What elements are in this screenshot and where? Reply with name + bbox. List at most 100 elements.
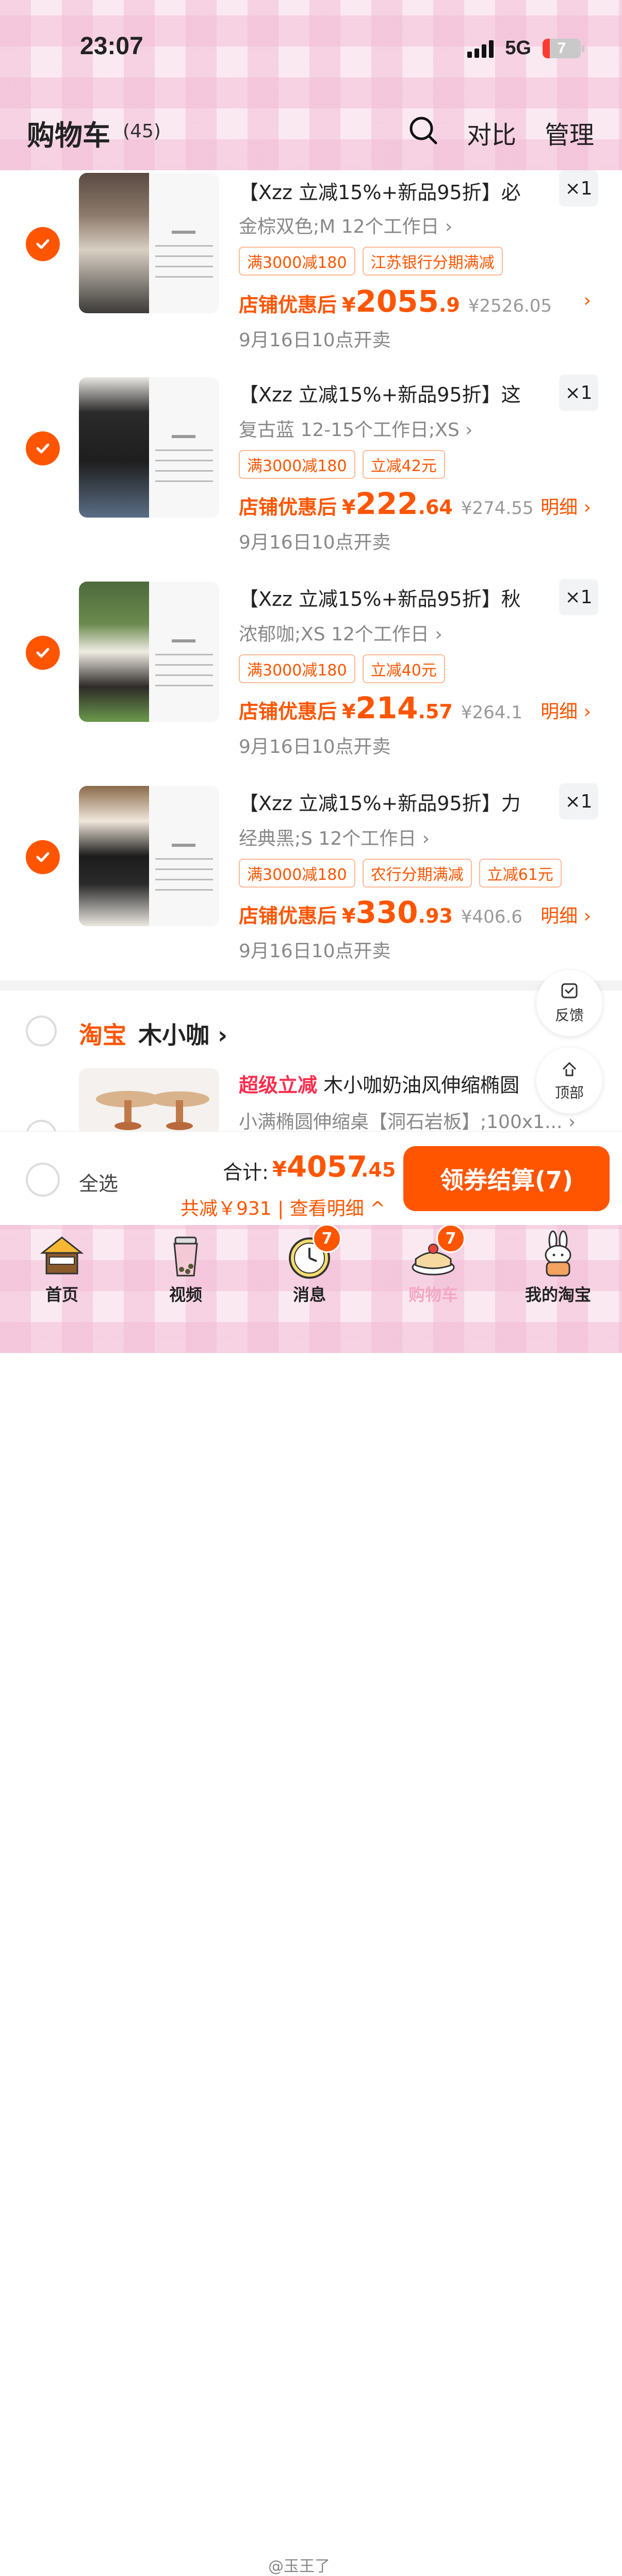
super-discount-label: 超级立减 [239, 1074, 318, 1097]
cart-item: 【Xzz 立减15%+新品95折】秋 ×1 浓郁咖;XS 12个工作日 › 满3… [0, 579, 622, 783]
price-detail-link[interactable]: 明细 › [541, 697, 591, 723]
item-checkbox[interactable] [26, 431, 60, 465]
manage-button[interactable]: 管理 [545, 115, 594, 151]
quantity-button[interactable]: ×1 [559, 579, 598, 615]
price-detail-link[interactable]: 明细 › [541, 492, 591, 519]
product-sku[interactable]: 复古蓝 12-15个工作日;XS › [239, 415, 473, 442]
tab-label: 购物车 [408, 1285, 458, 1305]
product-sku[interactable]: 小满椭圆伸缩桌【洞石岩板】;100x1... › [239, 1107, 576, 1134]
product-title[interactable]: 【Xzz 立减15%+新品95折】秋 [239, 583, 553, 611]
checkmark-icon [36, 648, 50, 658]
price-label: 店铺优惠后 [239, 496, 337, 519]
header: 23:07 5G 7 购物车 (45) 对比 管理 [0, 0, 622, 170]
price-integer: 222 [355, 486, 418, 521]
product-image[interactable] [79, 1068, 219, 1135]
promo-tag: 满3000减180 [239, 450, 355, 479]
tab-home[interactable]: 首页 [10, 1230, 113, 1306]
checkmark-icon [36, 852, 50, 862]
price-detail-link[interactable]: › [584, 290, 591, 311]
tab-label: 首页 [45, 1285, 78, 1305]
section-divider [0, 980, 622, 991]
discount-detail-link[interactable]: 共减￥931 | 查看明细 ^ [181, 1194, 385, 1220]
product-title[interactable]: 超级立减 木小咖奶油风伸缩椭圆 [239, 1069, 519, 1098]
store-name[interactable]: 木小咖 › [138, 1017, 227, 1051]
tab-my-taobao[interactable]: 我的淘宝 [506, 1230, 610, 1306]
table-illustration [96, 1091, 209, 1130]
original-price: ¥274.55 [461, 498, 534, 519]
product-sku[interactable]: 浓郁咖;XS 12个工作日 › [239, 619, 443, 646]
battery-level: 7 [557, 39, 566, 57]
price-row: 店铺优惠后 ¥ 330 .93 ¥406.6 [239, 895, 522, 930]
cart-item: 【Xzz 立减15%+新品95折】必 ×1 金棕双色;M 12个工作日 › 满3… [0, 170, 622, 374]
feedback-button[interactable]: 反馈 [536, 970, 602, 1036]
original-price: ¥2526.05 [468, 296, 552, 316]
product-image[interactable] [79, 786, 219, 926]
price-integer: 2055 [355, 284, 439, 319]
total-integer: 4057 [287, 1150, 367, 1184]
arrow-up-icon [562, 1062, 577, 1076]
product-title-text: 木小咖奶油风伸缩椭圆 [323, 1074, 520, 1097]
item-checkbox[interactable] [26, 227, 60, 261]
tab-messages[interactable]: 7 消息 [258, 1224, 361, 1306]
store-checkbox[interactable] [26, 1016, 57, 1046]
home-house-icon [37, 1230, 87, 1280]
page-title: 购物车 [27, 119, 110, 152]
battery-icon: 7 [543, 38, 584, 58]
product-sku[interactable]: 经典黑;S 12个工作日 › [239, 824, 430, 850]
total-label: 合计: [223, 1161, 269, 1184]
tab-video[interactable]: 视频 [134, 1230, 237, 1306]
product-title[interactable]: 【Xzz 立减15%+新品95折】这 [239, 379, 553, 407]
sale-time: 9月16日10点开卖 [239, 736, 391, 758]
taobao-logo: 淘宝 [79, 1021, 126, 1049]
promo-tag: 农行分期满减 [362, 859, 472, 888]
price-decimal: .64 [418, 496, 453, 519]
product-sku[interactable]: 金棕双色;M 12个工作日 › [239, 212, 452, 238]
product-image[interactable] [79, 173, 219, 313]
bunny-icon [533, 1230, 583, 1280]
product-title[interactable]: 【Xzz 立减15%+新品95折】力 [239, 787, 553, 816]
product-image[interactable] [79, 377, 219, 518]
checkmark-icon [36, 239, 50, 249]
price-integer: 214 [355, 690, 418, 726]
status-time: 23:07 [80, 33, 143, 60]
checkout-button[interactable]: 领券结算(7) [403, 1146, 610, 1211]
price-decimal: .57 [418, 700, 453, 723]
price-currency: ¥ [342, 496, 356, 519]
select-all-label[interactable]: 全选 [79, 1168, 118, 1196]
product-image[interactable] [79, 582, 219, 722]
search-icon[interactable] [407, 115, 438, 146]
tab-label: 消息 [292, 1285, 326, 1305]
product-title[interactable]: 【Xzz 立减15%+新品95折】必 [239, 176, 553, 205]
promo-tags: 满3000减180 立减42元 [239, 450, 445, 479]
promo-tag: 江苏银行分期满减 [362, 247, 503, 276]
feedback-label: 反馈 [554, 1007, 584, 1024]
unread-badge: 7 [313, 1224, 341, 1253]
signal-icon [467, 39, 494, 58]
back-to-top-button[interactable]: 顶部 [536, 1048, 602, 1114]
promo-tags: 满3000减180 立减40元 [239, 654, 445, 683]
quantity-button[interactable]: ×1 [559, 170, 598, 206]
price-currency: ¥ [342, 905, 356, 927]
price-decimal: .9 [438, 294, 460, 316]
promo-tag: 满3000减180 [239, 247, 355, 276]
compare-button[interactable]: 对比 [467, 115, 516, 151]
promo-tags: 满3000减180 农行分期满减 立减61元 [239, 859, 562, 888]
price-detail-link[interactable]: 明细 › [541, 901, 591, 928]
original-price: ¥406.6 [461, 907, 522, 927]
item-checkbox[interactable] [26, 636, 60, 670]
tab-label: 视频 [169, 1285, 202, 1305]
price-label: 店铺优惠后 [239, 700, 337, 723]
quantity-button[interactable]: ×1 [559, 783, 598, 819]
tab-cart[interactable]: 7 购物车 [382, 1224, 485, 1306]
promo-tag: 满3000减180 [239, 654, 355, 683]
bubble-tea-icon [161, 1230, 210, 1280]
cart-item: 【Xzz 立减15%+新品95折】力 ×1 经典黑;S 12个工作日 › 满30… [0, 783, 622, 987]
cart-badge: 7 [436, 1224, 465, 1253]
sale-time: 9月16日10点开卖 [239, 532, 391, 553]
select-all-checkbox[interactable] [26, 1163, 60, 1197]
total-currency: ¥ [272, 1157, 287, 1181]
cart-item: 【Xzz 立减15%+新品95折】这 ×1 复古蓝 12-15个工作日;XS ›… [0, 375, 622, 578]
item-checkbox[interactable] [26, 840, 60, 874]
quantity-button[interactable]: ×1 [559, 375, 598, 411]
price-label: 店铺优惠后 [239, 294, 337, 316]
